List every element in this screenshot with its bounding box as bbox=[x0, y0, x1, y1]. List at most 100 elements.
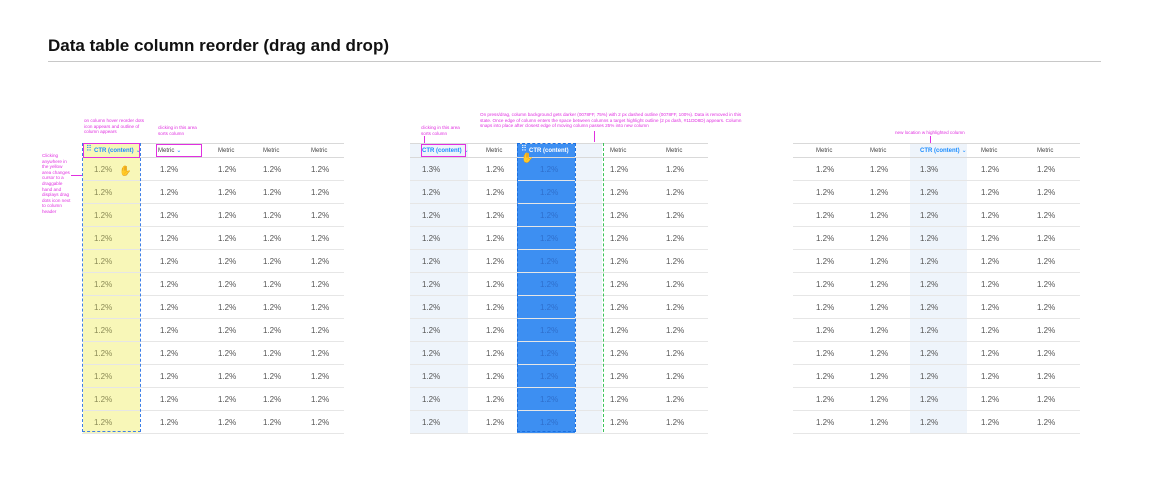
table-cell: 1.2% bbox=[1037, 371, 1056, 381]
table-row: 1.2% 1.2% 1.2% 1.2% 1.2% bbox=[793, 319, 1080, 342]
table-cell: 1.2% bbox=[311, 233, 330, 243]
table-cell: 1.2% bbox=[981, 348, 1000, 358]
column-header[interactable]: Metric bbox=[981, 144, 997, 157]
column-header[interactable]: Metric bbox=[666, 144, 682, 157]
table-cell: 1.2% bbox=[218, 302, 237, 312]
table-cell: 1.2% bbox=[486, 187, 505, 197]
table-cell: 1.2% bbox=[218, 394, 237, 404]
column-header[interactable]: Metric bbox=[311, 144, 327, 157]
table-cell: 1.2% bbox=[870, 348, 889, 358]
table-cell: 1.2% bbox=[816, 210, 835, 220]
table-cell: 1.2% bbox=[422, 371, 441, 381]
table-row: 1.2% 1.2% 1.2% 1.2% 1.2% bbox=[793, 204, 1080, 227]
table-cell: 1.2% bbox=[666, 325, 685, 335]
table-cell: 1.2% bbox=[422, 256, 441, 266]
table-cell: 1.2% bbox=[422, 233, 441, 243]
annotation-drag-note: On press/drag, column background gets da… bbox=[480, 112, 742, 129]
table-cell: 1.2% bbox=[160, 164, 179, 174]
hand-cursor-icon: ✋ bbox=[521, 153, 534, 164]
column-header[interactable]: Metric bbox=[486, 144, 502, 157]
table-cell: 1.3% bbox=[920, 164, 939, 174]
table-cell: 1.2% bbox=[610, 348, 629, 358]
table-cell: 1.2% bbox=[920, 371, 939, 381]
column-header[interactable]: CTR (content) ⌄ bbox=[920, 144, 967, 157]
annotation-location-note: new location w highlighted column bbox=[895, 130, 965, 135]
column-header[interactable]: Metric bbox=[610, 144, 626, 157]
column-header-label: Metric bbox=[263, 147, 280, 154]
table-cell: 1.2% bbox=[218, 187, 237, 197]
drag-dots-icon[interactable]: ⠿ bbox=[521, 145, 527, 153]
table-cell: 1.2% bbox=[816, 164, 835, 174]
table-cell: 1.2% bbox=[610, 210, 629, 220]
table-cell: 1.2% bbox=[311, 187, 330, 197]
table-row: 1.2% 1.2% 1.2% 1.2% 1.2% bbox=[793, 411, 1080, 434]
table-cell: 1.2% bbox=[1037, 233, 1056, 243]
table-cell: 1.2% bbox=[486, 371, 505, 381]
table-cell: 1.2% bbox=[1037, 325, 1056, 335]
table-cell: 1.2% bbox=[486, 256, 505, 266]
table-cell: 1.2% bbox=[1037, 164, 1056, 174]
table-cell: 1.2% bbox=[218, 348, 237, 358]
table-cell: 1.2% bbox=[486, 348, 505, 358]
table-cell: 1.2% bbox=[218, 371, 237, 381]
table-cell: 1.2% bbox=[486, 210, 505, 220]
table-cell: 1.2% bbox=[160, 302, 179, 312]
column-header[interactable]: Metric bbox=[1037, 144, 1053, 157]
table-cell: 1.2% bbox=[218, 279, 237, 289]
table-cell: 1.2% bbox=[160, 417, 179, 427]
table-cell: 1.2% bbox=[610, 325, 629, 335]
data-table: Metric Metric CTR (content) ⌄ Metric Metric 1.… bbox=[793, 143, 1080, 434]
table-row: 1.2% 1.2% 1.2% 1.2% 1.2% bbox=[793, 388, 1080, 411]
column-header-label: Metric bbox=[486, 147, 503, 154]
table-cell: 1.2% bbox=[486, 164, 505, 174]
table-cell: 1.2% bbox=[311, 371, 330, 381]
table-cell: 1.2% bbox=[1037, 256, 1056, 266]
table-cell: 1.2% bbox=[610, 279, 629, 289]
table-cell: 1.2% bbox=[263, 348, 282, 358]
table-cell: 1.2% bbox=[981, 325, 1000, 335]
table-cell: 1.2% bbox=[920, 187, 939, 197]
table-cell: 1.2% bbox=[666, 210, 685, 220]
table-cell: 1.2% bbox=[920, 233, 939, 243]
drag-dots-icon[interactable]: ⠿ bbox=[86, 145, 92, 153]
table-cell: 1.2% bbox=[263, 164, 282, 174]
annotation-connector bbox=[71, 175, 82, 176]
table-cell: 1.2% bbox=[486, 325, 505, 335]
table-cell: 1.2% bbox=[920, 256, 939, 266]
table-cell: 1.2% bbox=[666, 417, 685, 427]
table-cell: 1.2% bbox=[311, 394, 330, 404]
table-cell: 1.2% bbox=[422, 210, 441, 220]
table-cell: 1.2% bbox=[920, 348, 939, 358]
table-cell: 1.2% bbox=[666, 233, 685, 243]
column-header[interactable]: Metric bbox=[870, 144, 886, 157]
table-cell: 1.2% bbox=[610, 256, 629, 266]
column-header[interactable]: Metric bbox=[263, 144, 279, 157]
table-cell: 1.2% bbox=[311, 279, 330, 289]
table-cell: 1.2% bbox=[1037, 417, 1056, 427]
table-cell: 1.2% bbox=[263, 187, 282, 197]
table-cell: 1.2% bbox=[610, 394, 629, 404]
table-cell: 1.2% bbox=[422, 394, 441, 404]
table-cell: 1.2% bbox=[981, 371, 1000, 381]
title-divider bbox=[48, 61, 1101, 62]
table-cell: 1.2% bbox=[160, 233, 179, 243]
table-cell: 1.2% bbox=[160, 325, 179, 335]
column-header[interactable]: Metric bbox=[218, 144, 234, 157]
table-cell: 1.2% bbox=[422, 279, 441, 289]
table-cell: 1.2% bbox=[920, 279, 939, 289]
table-cell: 1.2% bbox=[1037, 302, 1056, 312]
table-cell: 1.2% bbox=[263, 210, 282, 220]
table-cell: 1.2% bbox=[816, 371, 835, 381]
column-header-label: Metric bbox=[218, 147, 235, 154]
annotation-side-note: Clicking anywhere in the yellow area cha… bbox=[42, 153, 71, 214]
table-cell: 1.2% bbox=[486, 302, 505, 312]
column-header[interactable]: Metric bbox=[816, 144, 832, 157]
table-cell: 1.2% bbox=[920, 210, 939, 220]
table-cell: 1.2% bbox=[311, 348, 330, 358]
table-cell: 1.2% bbox=[311, 417, 330, 427]
table-cell: 1.2% bbox=[870, 394, 889, 404]
chevron-down-icon[interactable]: ⌄ bbox=[962, 147, 967, 154]
table-cell: 1.2% bbox=[486, 417, 505, 427]
table-cell: 1.2% bbox=[263, 417, 282, 427]
table-cell: 1.2% bbox=[610, 302, 629, 312]
